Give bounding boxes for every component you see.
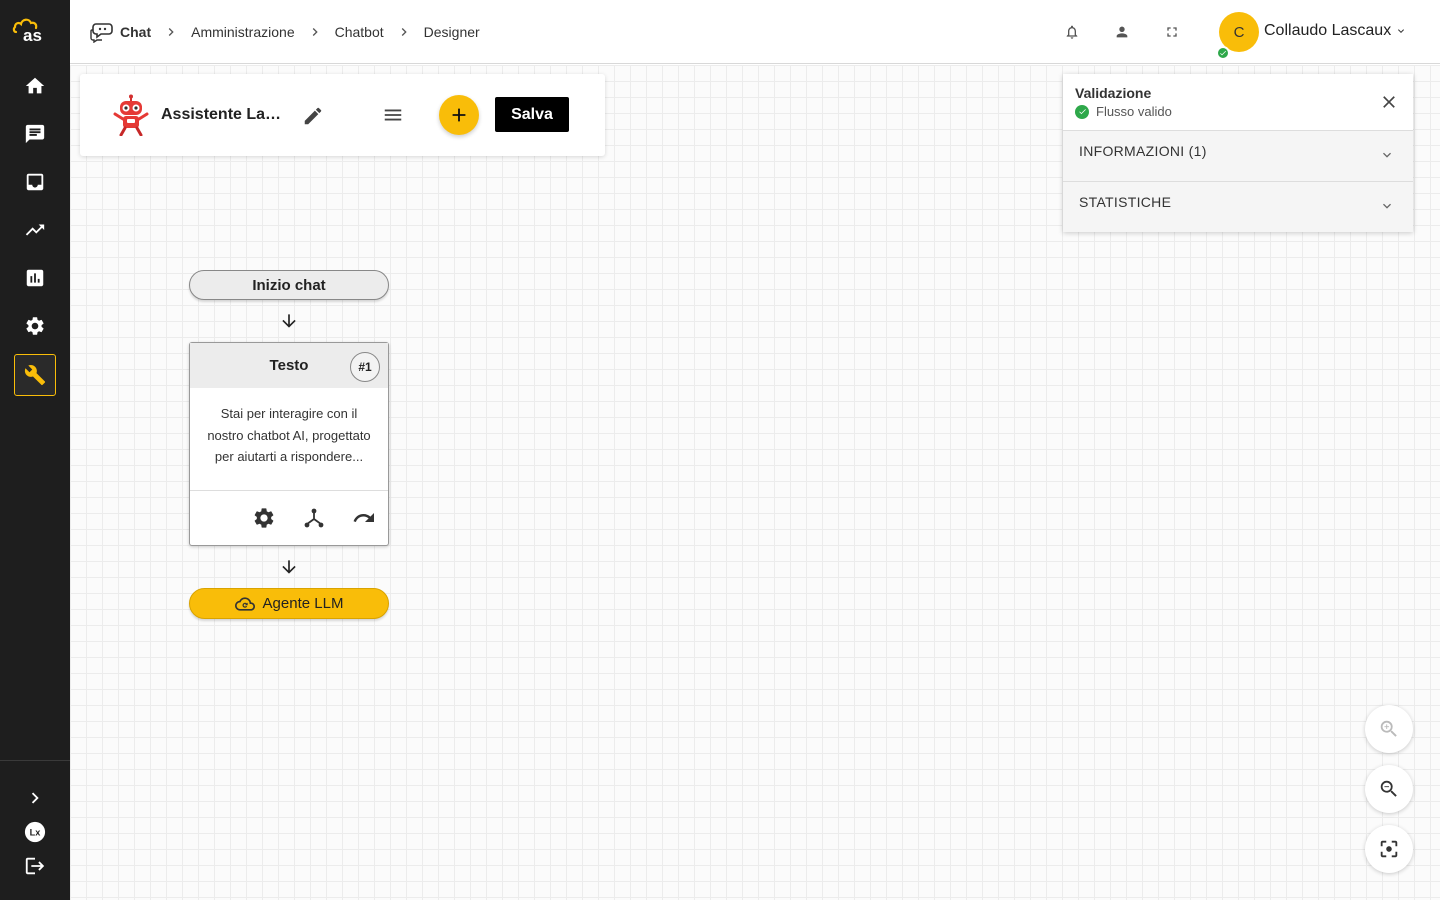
logout-icon: [25, 857, 45, 875]
accordion-informazioni[interactable]: INFORMAZIONI (1): [1063, 131, 1413, 182]
agent-llm-node[interactable]: Agente LLM: [189, 588, 389, 619]
text-node[interactable]: Testo #1 Stai per interagire con il nost…: [189, 342, 389, 546]
start-node[interactable]: Inizio chat: [189, 270, 389, 300]
profile-button[interactable]: [1112, 22, 1132, 42]
validation-title: Validazione: [1075, 85, 1152, 101]
arrow-down-icon: [279, 557, 299, 577]
nav-inbox[interactable]: [14, 161, 56, 203]
save-button[interactable]: Salva: [495, 97, 569, 132]
hamburger-icon: [384, 109, 402, 121]
chevron-right-icon: [168, 28, 174, 36]
fullscreen-icon: [1167, 27, 1177, 37]
gear-icon: [254, 508, 274, 528]
node-body-text: Stai per interagire con il nostro chatbo…: [207, 406, 371, 464]
inbox-icon: [26, 173, 44, 191]
chevron-down-icon: [1398, 29, 1405, 33]
breadcrumb-amministrazione[interactable]: Amministrazione: [191, 24, 294, 40]
add-node-button[interactable]: [439, 95, 479, 135]
expand-sidebar-button[interactable]: [22, 785, 48, 811]
chevron-right-icon: [401, 28, 407, 36]
nav-chat[interactable]: [14, 113, 56, 155]
validation-header: Validazione Flusso valido: [1063, 74, 1413, 131]
fullscreen-button[interactable]: [1162, 22, 1182, 42]
zoom-in-icon: [1380, 720, 1397, 737]
lx-icon: Lx: [24, 821, 46, 843]
nav-trending[interactable]: [14, 209, 56, 251]
chevron-down-icon: [1379, 147, 1395, 163]
bot-name: Assistente La…: [161, 106, 282, 123]
center-focus-icon: [1380, 840, 1398, 858]
node-actions: [190, 490, 388, 545]
breadcrumb: Chat Amministrazione Chatbot Designer: [90, 20, 480, 44]
validation-status-text: Flusso valido: [1096, 104, 1172, 119]
lx-button[interactable]: Lx: [22, 819, 48, 845]
accordion-label: STATISTICHE: [1079, 194, 1172, 210]
node-settings-button[interactable]: [252, 506, 276, 530]
svg-text:Lx: Lx: [30, 828, 42, 838]
nav-reports[interactable]: [14, 257, 56, 299]
validation-status: Flusso valido: [1075, 104, 1172, 119]
sidebar: as Lx: [0, 0, 70, 900]
fit-view-button[interactable]: [1365, 825, 1413, 873]
chatbot-icon: [90, 23, 113, 43]
trending-icon: [25, 224, 45, 236]
zoom-out-icon: [1380, 780, 1397, 797]
node-next-button[interactable]: [352, 506, 376, 530]
breadcrumb-chat[interactable]: Chat: [120, 24, 151, 40]
svg-text:as: as: [23, 26, 42, 44]
close-icon: [1383, 96, 1395, 108]
agent-llm-label: Agente LLM: [262, 595, 344, 612]
designer-toolbar: Assistente La… Salva: [80, 74, 605, 156]
validation-panel: Validazione Flusso valido INFORMAZIONI (…: [1063, 74, 1413, 232]
sidebar-footer: Lx: [0, 760, 70, 900]
chevron-right-icon: [312, 28, 318, 36]
logout-button[interactable]: [22, 853, 48, 879]
home-icon: [25, 77, 45, 94]
edit-bot-button[interactable]: [302, 105, 324, 127]
top-header: Chat Amministrazione Chatbot Designer C …: [70, 0, 1440, 64]
user-name: Collaudo Lascaux: [1264, 22, 1392, 39]
gear-icon: [26, 317, 44, 335]
wrench-icon: [24, 365, 46, 386]
breadcrumb-designer: Designer: [423, 24, 480, 40]
branch-icon: [304, 508, 324, 528]
breadcrumb-chatbot[interactable]: Chatbot: [335, 24, 384, 40]
plus-icon: [452, 108, 466, 122]
node-branch-button[interactable]: [302, 506, 326, 530]
bell-icon: [1066, 25, 1078, 39]
zoom-in-button[interactable]: [1365, 705, 1413, 753]
robot-avatar-icon: [113, 94, 149, 136]
nav-home[interactable]: [14, 65, 56, 107]
accordion-label: INFORMAZIONI (1): [1079, 143, 1207, 159]
chevron-right-icon: [31, 792, 39, 804]
arrow-down-icon: [279, 311, 299, 331]
close-validation-button[interactable]: [1379, 92, 1399, 112]
check-icon: [1220, 50, 1226, 56]
redo-icon: [353, 513, 374, 522]
zoom-out-button[interactable]: [1365, 765, 1413, 813]
cloud-sync-icon: [234, 596, 255, 611]
online-status-badge: [1216, 46, 1230, 60]
person-icon: [1116, 26, 1128, 38]
user-menu[interactable]: Collaudo Lascaux: [1264, 22, 1407, 40]
notifications-button[interactable]: [1062, 22, 1082, 42]
node-number-badge: #1: [350, 352, 380, 382]
chevron-down-icon: [1379, 198, 1395, 214]
bar-chart-icon: [26, 269, 44, 287]
pencil-icon: [304, 107, 322, 125]
node-header: Testo #1: [190, 343, 388, 388]
chat-icon: [25, 124, 45, 144]
check-circle-icon: [1075, 104, 1089, 119]
app-logo: as: [12, 18, 42, 44]
menu-button[interactable]: [382, 104, 406, 128]
nav-designer[interactable]: [14, 354, 56, 396]
accordion-statistiche[interactable]: STATISTICHE: [1063, 182, 1413, 233]
nav-settings[interactable]: [14, 305, 56, 347]
